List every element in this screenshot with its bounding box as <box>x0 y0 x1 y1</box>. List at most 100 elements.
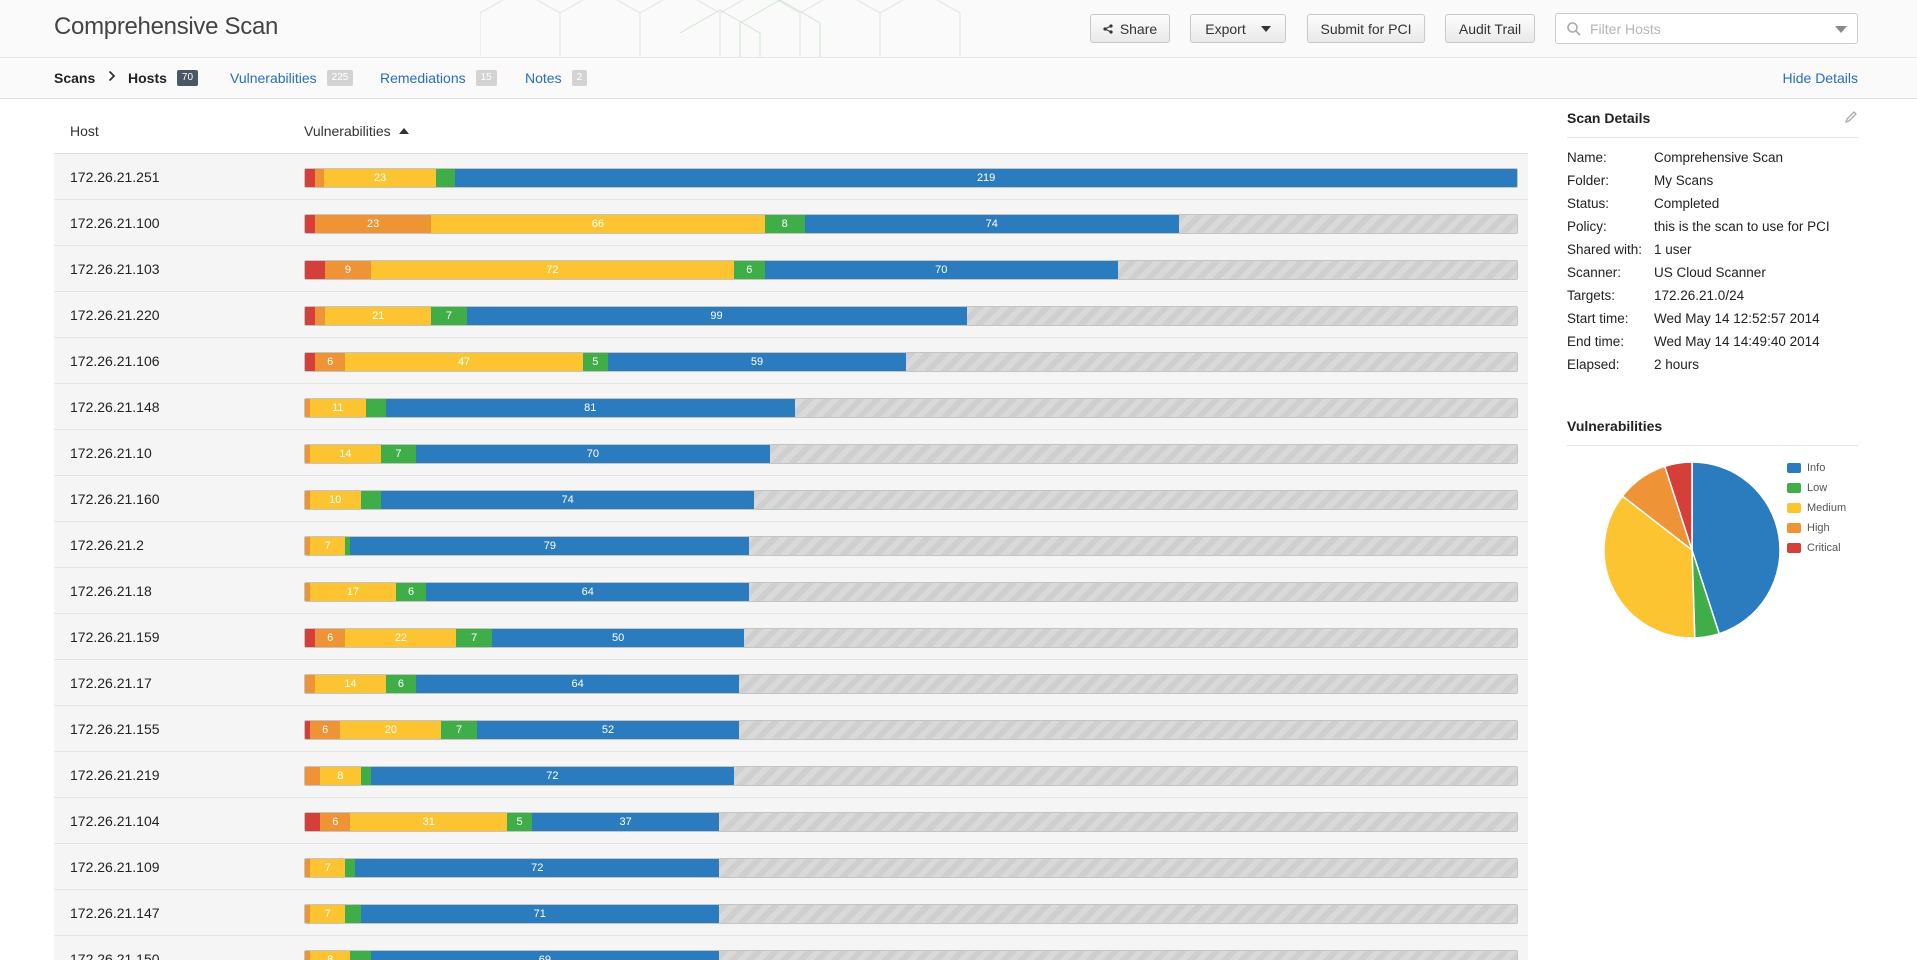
vulnerability-bar[interactable]: 23 219 <box>304 168 1518 188</box>
medium-segment[interactable]: 72 <box>370 261 735 279</box>
tab-notes[interactable]: Notes 2 <box>525 70 588 86</box>
critical-segment[interactable] <box>305 307 316 325</box>
hide-details-link[interactable]: Hide Details <box>1783 70 1858 86</box>
high-segment[interactable] <box>314 169 325 187</box>
audit-trail-button[interactable]: Audit Trail <box>1445 14 1535 43</box>
table-row[interactable]: 172.26.21.100 23 66 8 74 <box>54 200 1528 246</box>
tab-remediations[interactable]: Remediations 15 <box>380 70 497 86</box>
high-segment[interactable]: 23 <box>315 215 432 233</box>
table-row[interactable]: 172.26.21.147 7 71 <box>54 890 1528 936</box>
info-segment[interactable]: 219 <box>455 169 1517 187</box>
submit-pci-button[interactable]: Submit for PCI <box>1307 14 1425 43</box>
vulnerability-bar[interactable]: 17 6 64 <box>304 582 1518 602</box>
info-segment[interactable]: 72 <box>355 859 720 877</box>
export-button[interactable]: Export <box>1190 14 1286 43</box>
low-segment[interactable]: 7 <box>456 629 492 647</box>
high-segment[interactable] <box>305 767 321 785</box>
critical-segment[interactable] <box>305 215 316 233</box>
table-row[interactable]: 172.26.21.2 7 79 <box>54 522 1528 568</box>
table-row[interactable]: 172.26.21.106 6 47 5 59 <box>54 338 1528 384</box>
high-segment[interactable]: 6 <box>315 629 346 647</box>
vulnerability-bar[interactable]: 6 20 7 52 <box>304 720 1518 740</box>
vulnerability-bar[interactable]: 6 31 5 37 <box>304 812 1518 832</box>
low-segment[interactable]: 7 <box>380 445 417 463</box>
critical-segment[interactable] <box>305 169 315 187</box>
column-header-host[interactable]: Host <box>70 123 99 139</box>
vulnerability-bar[interactable]: 14 7 70 <box>304 444 1518 464</box>
info-segment[interactable]: 74 <box>380 491 755 509</box>
tab-vulnerabilities[interactable]: Vulnerabilities 225 <box>230 70 354 86</box>
medium-segment[interactable]: 22 <box>345 629 457 647</box>
table-row[interactable]: 172.26.21.159 6 22 7 50 <box>54 614 1528 660</box>
medium-segment[interactable]: 20 <box>340 721 442 739</box>
high-segment[interactable]: 9 <box>325 261 371 279</box>
table-row[interactable]: 172.26.21.219 8 72 <box>54 752 1528 798</box>
info-segment[interactable]: 79 <box>350 537 750 555</box>
vulnerability-bar[interactable]: 23 66 8 74 <box>304 214 1518 234</box>
chevron-down-icon[interactable] <box>1835 26 1847 33</box>
info-segment[interactable]: 70 <box>764 261 1119 279</box>
table-row[interactable]: 172.26.21.160 10 74 <box>54 476 1528 522</box>
table-row[interactable]: 172.26.21.251 23 219 <box>54 154 1528 200</box>
low-segment[interactable]: 7 <box>431 307 467 325</box>
filter-hosts-field[interactable] <box>1555 13 1858 44</box>
vulnerability-bar[interactable]: 11 81 <box>304 398 1518 418</box>
table-row[interactable]: 172.26.21.148 11 81 <box>54 384 1528 430</box>
low-segment[interactable]: 6 <box>395 583 427 601</box>
column-header-vulnerabilities[interactable]: Vulnerabilities <box>304 123 409 139</box>
medium-segment[interactable]: 10 <box>310 491 361 509</box>
medium-segment[interactable]: 7 <box>310 859 346 877</box>
table-row[interactable]: 172.26.21.17 14 6 64 <box>54 660 1528 706</box>
table-row[interactable]: 172.26.21.18 17 6 64 <box>54 568 1528 614</box>
low-segment[interactable]: 5 <box>506 813 533 831</box>
vulnerability-bar[interactable]: 6 47 5 59 <box>304 352 1518 372</box>
legend-item-medium[interactable]: Medium <box>1787 498 1846 518</box>
low-segment[interactable]: 7 <box>441 721 477 739</box>
high-segment[interactable]: 6 <box>310 721 341 739</box>
medium-segment[interactable]: 47 <box>345 353 583 371</box>
info-segment[interactable]: 74 <box>804 215 1179 233</box>
high-segment[interactable]: 6 <box>320 813 351 831</box>
low-segment[interactable]: 6 <box>385 675 417 693</box>
share-button[interactable]: Share <box>1090 14 1170 43</box>
table-row[interactable]: 172.26.21.10 14 7 70 <box>54 430 1528 476</box>
low-segment[interactable] <box>365 399 386 417</box>
info-segment[interactable]: 52 <box>476 721 740 739</box>
vulnerability-bar[interactable]: 21 7 99 <box>304 306 1518 326</box>
tab-hosts[interactable]: Hosts 70 <box>128 70 199 86</box>
vulnerability-bar[interactable]: 8 69 <box>304 950 1518 960</box>
medium-segment[interactable]: 21 <box>325 307 432 325</box>
vulnerability-bar[interactable]: 7 71 <box>304 904 1518 924</box>
critical-segment[interactable] <box>305 353 316 371</box>
info-segment[interactable]: 64 <box>426 583 750 601</box>
info-segment[interactable]: 64 <box>416 675 740 693</box>
vulnerability-bar[interactable]: 9 72 6 70 <box>304 260 1518 280</box>
vulnerability-bar[interactable]: 10 74 <box>304 490 1518 510</box>
low-segment[interactable]: 5 <box>582 353 608 371</box>
legend-item-low[interactable]: Low <box>1787 478 1846 498</box>
table-row[interactable]: 172.26.21.104 6 31 5 37 <box>54 798 1528 844</box>
medium-segment[interactable]: 66 <box>431 215 765 233</box>
critical-segment[interactable] <box>305 261 326 279</box>
info-segment[interactable]: 70 <box>416 445 770 463</box>
high-segment[interactable] <box>305 675 316 693</box>
info-segment[interactable]: 69 <box>370 951 720 960</box>
pencil-icon[interactable] <box>1844 110 1858 124</box>
medium-segment[interactable]: 14 <box>315 675 386 693</box>
filter-hosts-input[interactable] <box>1590 19 1820 39</box>
info-segment[interactable]: 59 <box>607 353 906 371</box>
vulnerability-bar[interactable]: 7 72 <box>304 858 1518 878</box>
low-segment[interactable] <box>350 951 371 960</box>
low-segment[interactable]: 6 <box>734 261 765 279</box>
medium-segment[interactable]: 17 <box>310 583 396 601</box>
low-segment[interactable]: 8 <box>764 215 805 233</box>
legend-item-critical[interactable]: Critical <box>1787 538 1846 558</box>
table-row[interactable]: 172.26.21.103 9 72 6 70 <box>54 246 1528 292</box>
high-segment[interactable]: 6 <box>315 353 346 371</box>
low-segment[interactable] <box>345 905 361 923</box>
legend-item-high[interactable]: High <box>1787 518 1846 538</box>
medium-segment[interactable]: 7 <box>310 905 346 923</box>
critical-segment[interactable] <box>305 813 321 831</box>
low-segment[interactable] <box>435 169 456 187</box>
breadcrumb-scans[interactable]: Scans <box>54 70 95 86</box>
